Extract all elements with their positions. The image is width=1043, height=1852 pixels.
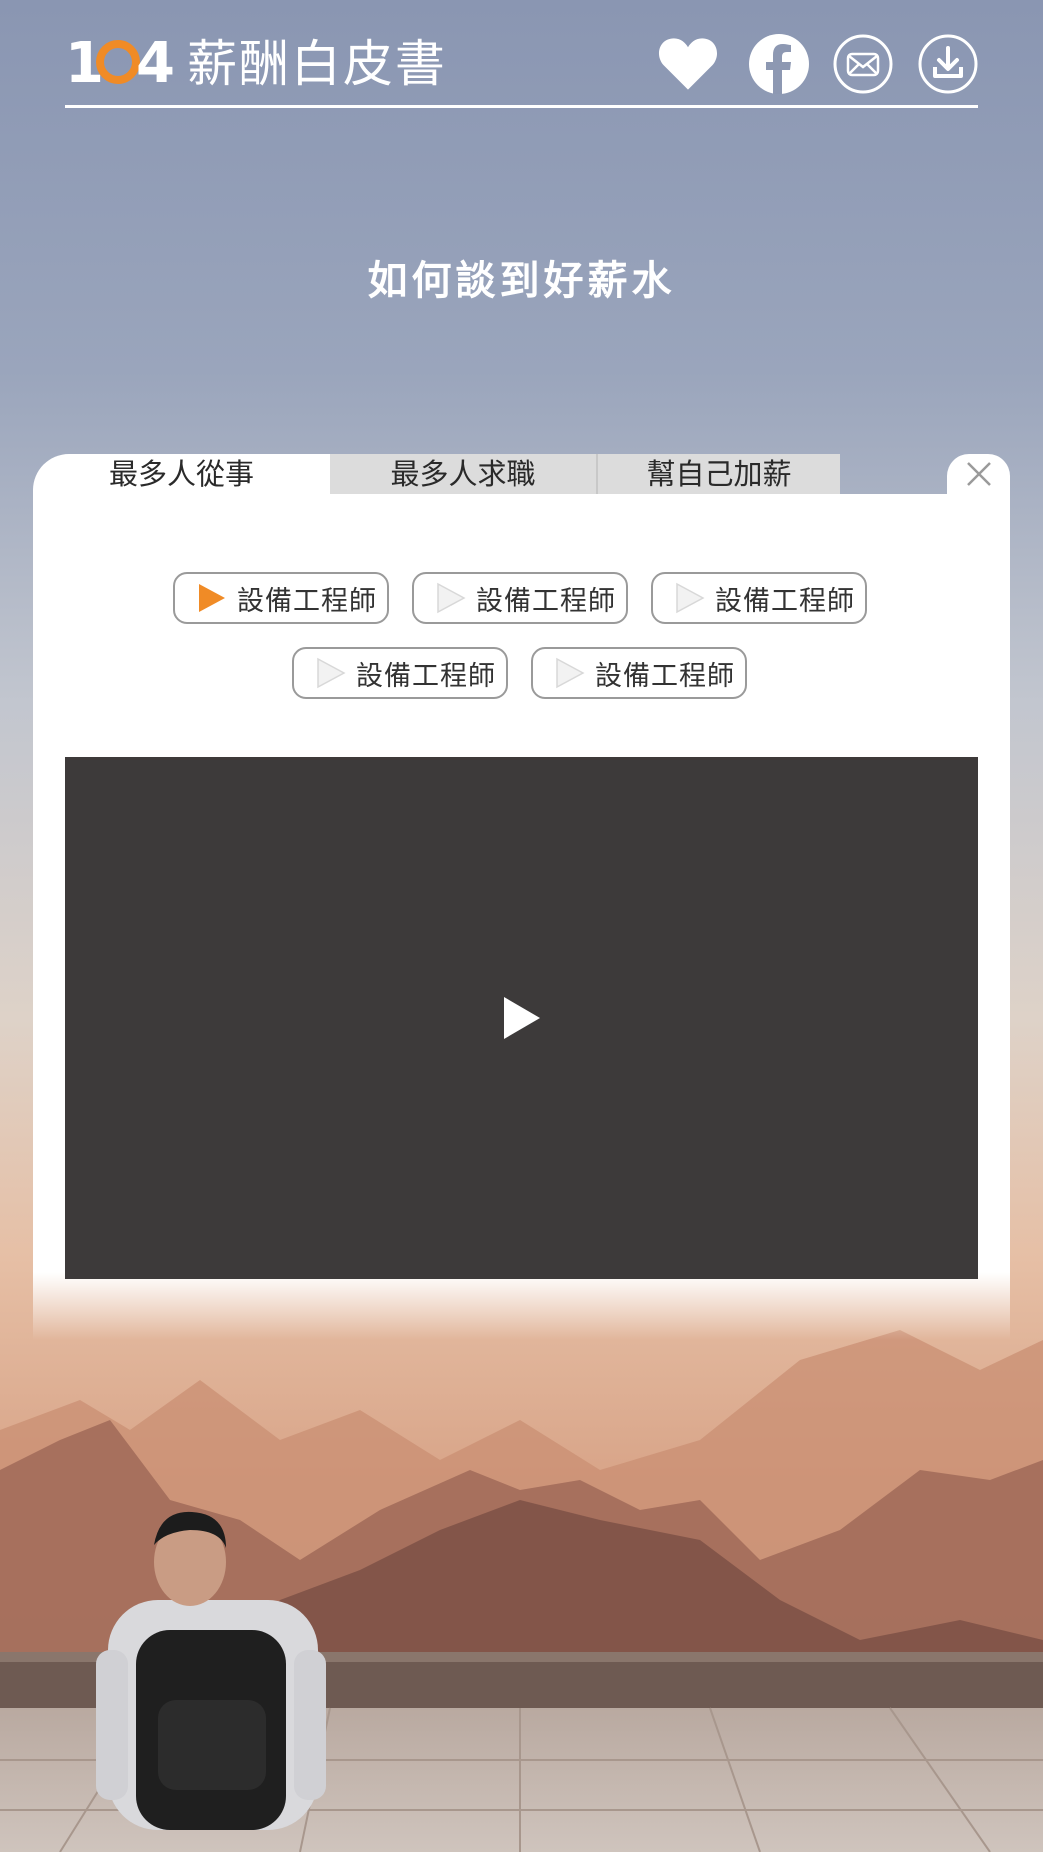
close-button[interactable] (947, 454, 1010, 494)
job-button-3[interactable]: 設備工程師 (651, 572, 867, 624)
play-icon[interactable] (502, 995, 542, 1041)
page-title: 如何談到好薪水 (367, 258, 676, 304)
play-triangle-icon (437, 582, 466, 614)
logo-ring-icon (95, 40, 140, 84)
video-player[interactable] (65, 757, 978, 1279)
tab-most-employed[interactable]: 最多人從事 (33, 454, 330, 494)
job-label: 設備工程師 (595, 660, 735, 692)
tab-most-applied[interactable]: 最多人求職 (330, 454, 596, 494)
play-triangle-icon (556, 657, 585, 689)
download-icon[interactable] (918, 34, 978, 94)
job-label: 設備工程師 (476, 585, 616, 617)
play-triangle-active-icon (199, 584, 225, 612)
job-button-1[interactable]: 設備工程師 (173, 572, 389, 624)
job-label: 設備工程師 (356, 660, 496, 692)
close-icon (966, 462, 991, 486)
play-triangle-icon (676, 582, 705, 614)
heart-icon[interactable] (658, 34, 718, 94)
logo-104[interactable]: 14 薪酬白皮書 (65, 28, 447, 100)
facebook-icon[interactable] (749, 34, 809, 94)
job-button-2[interactable]: 設備工程師 (412, 572, 628, 624)
job-label: 設備工程師 (715, 585, 855, 617)
header-divider (65, 105, 978, 108)
logo-text: 薪酬白皮書 (186, 35, 447, 93)
job-button-4[interactable]: 設備工程師 (292, 647, 508, 699)
play-triangle-icon (317, 657, 346, 689)
site-header: 14 薪酬白皮書 (65, 28, 978, 108)
tab-raise-yourself[interactable]: 幫自己加薪 (596, 454, 840, 494)
job-button-5[interactable]: 設備工程師 (531, 647, 747, 699)
mail-icon[interactable] (833, 34, 893, 94)
job-label: 設備工程師 (237, 585, 377, 617)
salary-panel: 最多人從事 最多人求職 幫自己加薪 設備工程師 設備工程師 設備工程師 設備工程… (33, 454, 1010, 1340)
logo-number: 14 (65, 31, 175, 96)
